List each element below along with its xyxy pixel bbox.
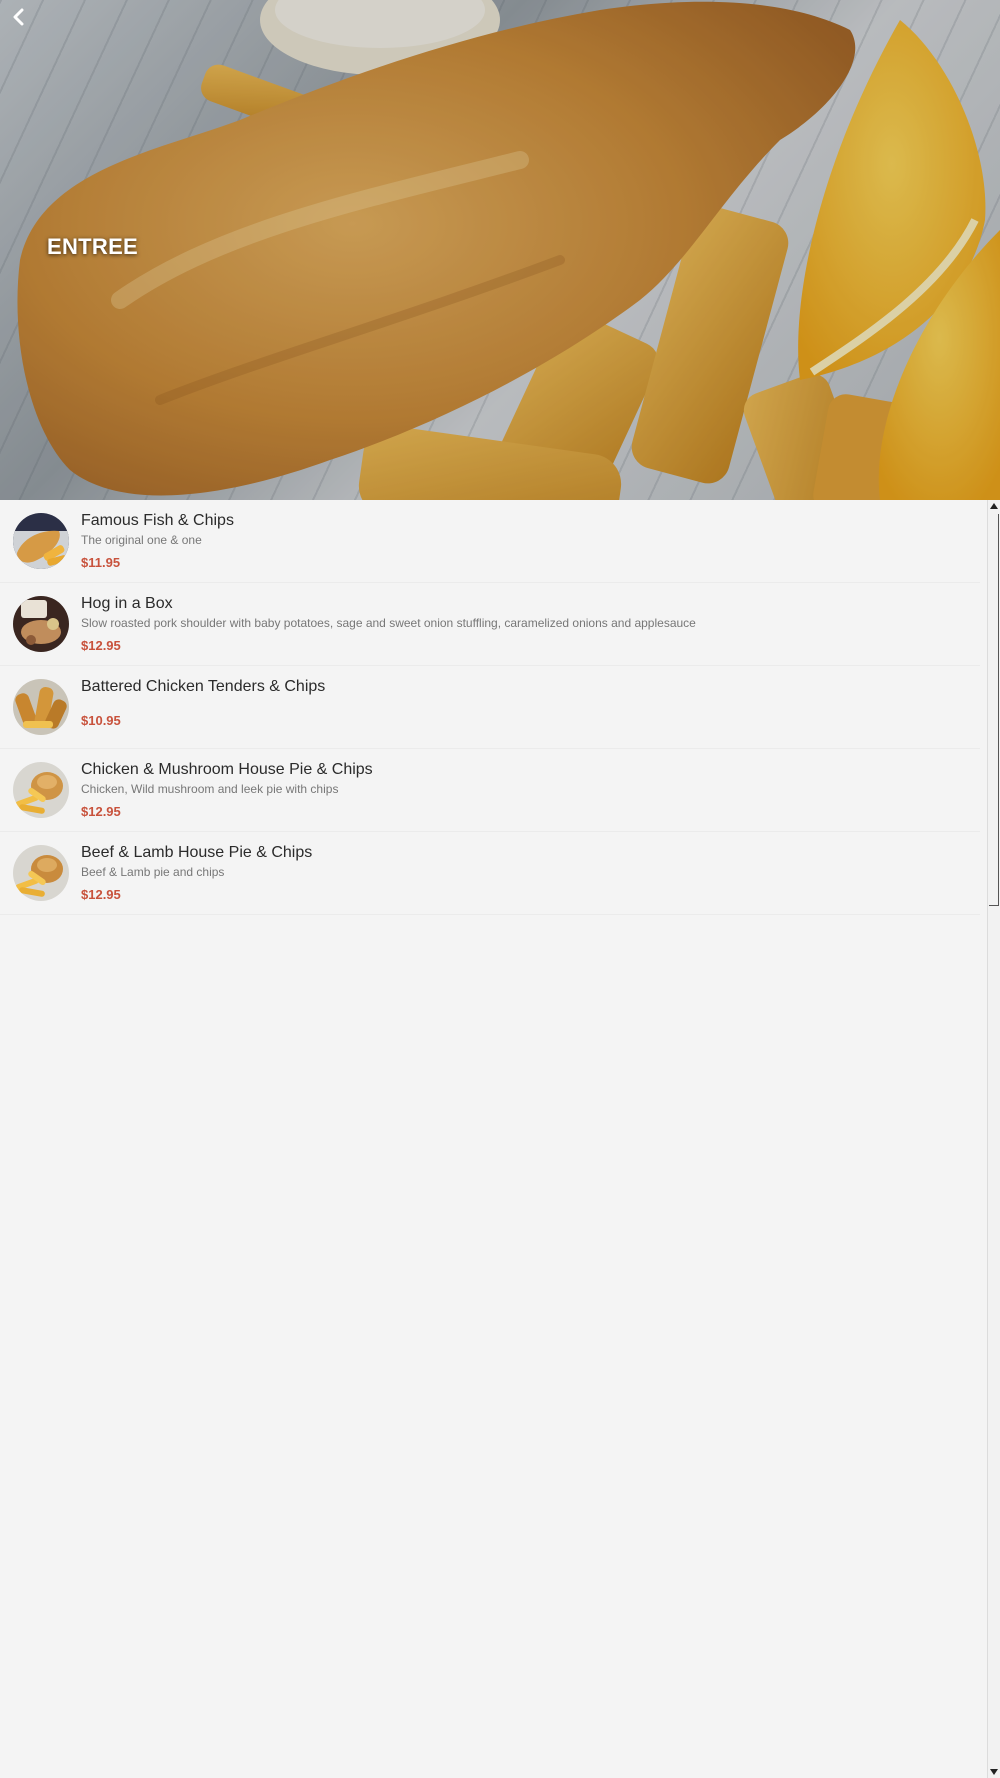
scroll-down-arrow[interactable] — [988, 1766, 1000, 1778]
item-description: Chicken, Wild mushroom and leek pie with… — [81, 782, 339, 796]
menu-item[interactable]: Hog in a Box Slow roasted pork shoulder … — [0, 583, 980, 666]
triangle-up-icon — [990, 503, 998, 509]
item-name: Battered Chicken Tenders & Chips — [81, 678, 326, 695]
menu-item[interactable]: Famous Fish & Chips The original one & o… — [0, 500, 980, 583]
item-price: $12.95 — [81, 638, 121, 653]
triangle-down-icon — [990, 1769, 998, 1775]
item-thumbnail — [13, 762, 69, 818]
item-name: Famous Fish & Chips — [81, 512, 234, 529]
item-name: Chicken & Mushroom House Pie & Chips — [81, 761, 373, 778]
item-name: Beef & Lamb House Pie & Chips — [81, 844, 313, 861]
scroll-up-arrow[interactable] — [988, 500, 1000, 512]
item-thumbnail — [13, 513, 69, 569]
item-description: Slow roasted pork shoulder with baby pot… — [81, 616, 696, 630]
menu-item-list: Famous Fish & Chips The original one & o… — [0, 500, 980, 915]
vertical-scrollbar[interactable] — [987, 500, 1000, 1778]
item-price: $12.95 — [81, 804, 121, 819]
menu-item[interactable]: Chicken & Mushroom House Pie & Chips Chi… — [0, 749, 980, 832]
category-title: ENTREE — [47, 234, 139, 259]
item-thumbnail — [13, 596, 69, 652]
item-thumbnail — [13, 679, 69, 735]
item-thumbnail — [13, 845, 69, 901]
item-description: Beef & Lamb pie and chips — [81, 865, 225, 879]
scroll-thumb[interactable] — [989, 514, 999, 906]
menu-item[interactable]: Beef & Lamb House Pie & Chips Beef & Lam… — [0, 832, 980, 915]
menu-item[interactable]: Battered Chicken Tenders & Chips $10.95 — [0, 666, 980, 749]
item-price: $11.95 — [81, 555, 121, 570]
item-price: $10.95 — [81, 713, 121, 728]
back-button[interactable] — [12, 8, 42, 38]
item-description: The original one & one — [81, 533, 202, 547]
hero-image: ENTREE — [0, 0, 1000, 500]
item-price: $12.95 — [81, 887, 121, 902]
hero-overlay — [0, 0, 1000, 500]
chevron-left-icon — [13, 8, 24, 26]
item-name: Hog in a Box — [81, 595, 173, 612]
